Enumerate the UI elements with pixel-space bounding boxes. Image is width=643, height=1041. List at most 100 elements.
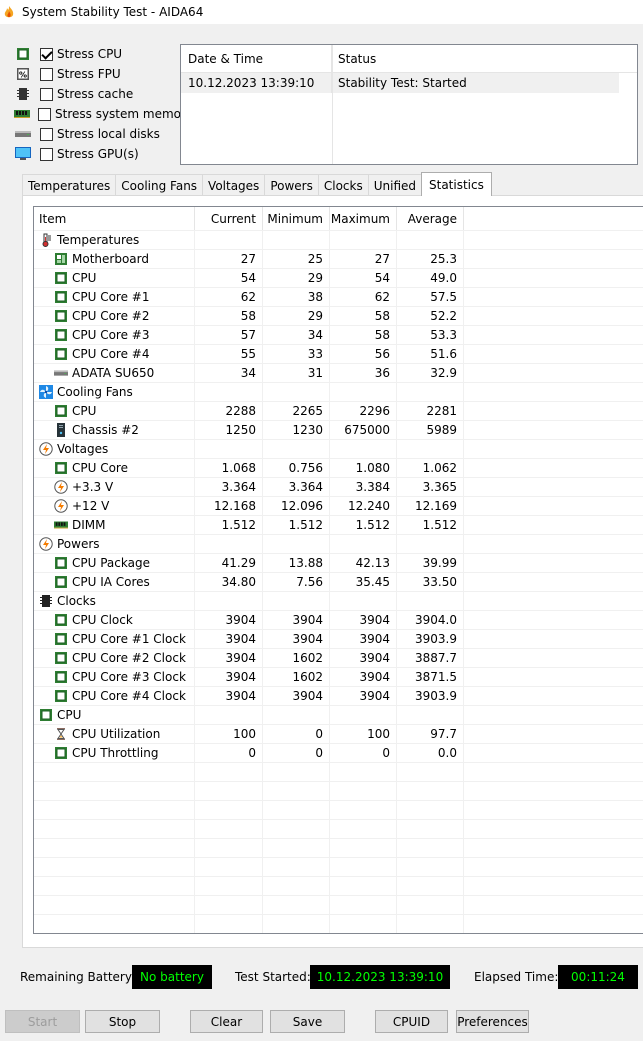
table-row[interactable]: CPU Utilization 100 0 100 97.7 [34,725,643,744]
tab-voltages[interactable]: Voltages [202,174,266,196]
tab-powers[interactable]: Powers [264,174,319,196]
average-column-header[interactable]: Average [397,207,464,230]
table-row[interactable]: CPU Core #2 Clock 3904 1602 3904 3887.7 [34,649,643,668]
table-row[interactable]: +12 V 12.168 12.096 12.240 12.169 [34,497,643,516]
stress-option-label[interactable]: Stress FPU [57,67,121,81]
empty-row [34,820,643,839]
current-cell [195,535,263,553]
status-column-header[interactable]: Status [332,45,637,72]
table-row[interactable]: CPU Core #1 Clock 3904 3904 3904 3903.9 [34,630,643,649]
table-row[interactable]: DIMM 1.512 1.512 1.512 1.512 [34,516,643,535]
maximum-cell: 54 [330,269,397,287]
status-log-row[interactable]: 10.12.2023 13:39:10 Stability Test: Star… [181,73,619,93]
item-cell: CPU Core #1 Clock [34,630,195,648]
item-label: DIMM [72,518,106,532]
empty-row [34,839,643,858]
average-cell: 3871.5 [397,668,464,686]
table-row[interactable]: +3.3 V 3.364 3.364 3.384 3.365 [34,478,643,497]
table-group-row[interactable]: CPU [34,706,643,725]
stress-option-label[interactable]: Stress CPU [57,47,122,61]
item-cell: Motherboard [34,250,195,268]
table-row[interactable]: CPU Throttling 0 0 0 0.0 [34,744,643,763]
average-cell [397,440,464,458]
minimum-cell: 3.364 [263,478,330,496]
stress-checkbox[interactable] [40,147,53,161]
hourglass-icon [54,727,68,741]
cache-chip-icon [14,87,32,101]
table-row[interactable]: CPU Core #1 62 38 62 57.5 [34,288,643,307]
item-column-header[interactable]: Item [34,207,195,230]
table-row[interactable]: CPU Core #2 58 29 58 52.2 [34,307,643,326]
stress-option-label[interactable]: Stress system memory [55,107,193,121]
stress-checkbox[interactable] [38,107,51,121]
statistics-table[interactable]: Item Current Minimum Maximum Average Tem… [33,206,643,934]
table-row[interactable]: Motherboard 27 25 27 25.3 [34,250,643,269]
stress-checkbox[interactable] [40,47,53,61]
tab-unified[interactable]: Unified [367,174,422,196]
stress-option[interactable]: Stress system memory [14,104,193,124]
stress-option[interactable]: Stress cache [14,84,184,104]
current-cell: 1250 [195,421,263,439]
table-row[interactable]: CPU Core #3 Clock 3904 1602 3904 3871.5 [34,668,643,687]
maximum-cell: 1.512 [330,516,397,534]
stress-option[interactable]: Stress local disks [14,124,184,144]
maximum-cell: 675000 [330,421,397,439]
stop-button[interactable]: Stop [85,1010,160,1033]
minimum-cell: 0 [263,744,330,762]
tab-temperatures[interactable]: Temperatures [22,174,117,196]
average-cell: 0.0 [397,744,464,762]
statistics-panel: Item Current Minimum Maximum Average Tem… [22,195,643,948]
table-group-row[interactable]: Cooling Fans [34,383,643,402]
tab-cooling-fans[interactable]: Cooling Fans [115,174,204,196]
stress-option-label[interactable]: Stress cache [57,87,133,101]
empty-row [34,915,643,933]
item-label: CPU Core #3 [72,328,150,342]
item-label: Voltages [57,442,109,456]
start-button[interactable]: Start [5,1010,80,1033]
table-row[interactable]: CPU Core #4 Clock 3904 3904 3904 3903.9 [34,687,643,706]
datetime-column-header[interactable]: Date & Time [181,45,332,72]
table-row[interactable]: CPU Core #4 55 33 56 51.6 [34,345,643,364]
tab-clocks[interactable]: Clocks [317,174,369,196]
status-log-header: Date & Time Status [181,45,637,73]
table-row[interactable]: CPU 54 29 54 49.0 [34,269,643,288]
chassis-icon [54,423,68,437]
stress-checkbox[interactable] [40,67,53,81]
empty-cell [330,915,397,933]
save-button[interactable]: Save [270,1010,345,1033]
maximum-column-header[interactable]: Maximum [330,207,397,230]
stress-option-label[interactable]: Stress GPU(s) [57,147,139,161]
clear-button[interactable]: Clear [190,1010,263,1033]
stress-option[interactable]: Stress GPU(s) [14,144,184,164]
preferences-button[interactable]: Preferences [456,1010,529,1033]
table-row[interactable]: ADATA SU650 34 31 36 32.9 [34,364,643,383]
current-column-header[interactable]: Current [195,207,263,230]
stress-checkbox[interactable] [40,127,53,141]
table-row[interactable]: CPU Core 1.068 0.756 1.080 1.062 [34,459,643,478]
table-row[interactable]: CPU Core #3 57 34 58 53.3 [34,326,643,345]
item-cell: Powers [34,535,195,553]
status-log[interactable]: Date & Time Status 10.12.2023 13:39:10 S… [180,44,638,165]
stress-option[interactable]: % Stress FPU [14,64,184,84]
average-cell [397,706,464,724]
table-group-row[interactable]: Temperatures [34,231,643,250]
average-cell: 3887.7 [397,649,464,667]
stress-option-label[interactable]: Stress local disks [57,127,160,141]
table-row[interactable]: CPU Package 41.29 13.88 42.13 39.99 [34,554,643,573]
table-group-row[interactable]: Voltages [34,440,643,459]
minimum-column-header[interactable]: Minimum [263,207,330,230]
table-group-row[interactable]: Powers [34,535,643,554]
table-group-row[interactable]: Clocks [34,592,643,611]
cpuid-button[interactable]: CPUID [375,1010,448,1033]
table-row[interactable]: CPU 2288 2265 2296 2281 [34,402,643,421]
item-cell: ADATA SU650 [34,364,195,382]
table-row[interactable]: CPU IA Cores 34.80 7.56 35.45 33.50 [34,573,643,592]
minimum-cell: 3904 [263,611,330,629]
table-row[interactable]: Chassis #2 1250 1230 675000 5989 [34,421,643,440]
average-cell: 3903.9 [397,630,464,648]
tab-statistics[interactable]: Statistics [421,172,492,196]
item-cell: DIMM [34,516,195,534]
stress-checkbox[interactable] [40,87,53,101]
stress-option[interactable]: Stress CPU [14,44,184,64]
table-row[interactable]: CPU Clock 3904 3904 3904 3904.0 [34,611,643,630]
